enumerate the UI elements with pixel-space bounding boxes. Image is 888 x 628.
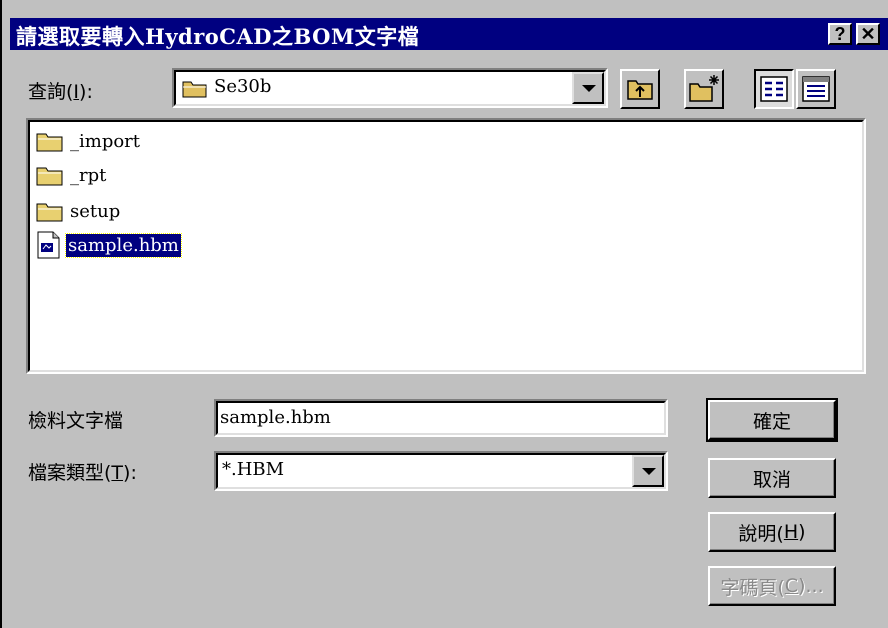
new-folder-icon <box>689 75 719 102</box>
list-view-button[interactable] <box>754 69 794 109</box>
list-item-file-sample[interactable]: sample.hbm <box>36 230 182 260</box>
lookin-dropdown[interactable]: Se30b <box>172 68 608 108</box>
list-item-folder-import[interactable]: _import <box>36 126 142 156</box>
file-list[interactable]: _import _rpt setup sample.hbm <box>26 118 866 374</box>
up-folder-button[interactable] <box>620 69 660 109</box>
list-view-icon <box>760 76 788 102</box>
details-view-button[interactable] <box>796 69 836 109</box>
filetype-label: 檔案類型(T): <box>28 462 137 484</box>
folder-icon <box>36 133 63 152</box>
filetype-dropdown[interactable]: *.HBM <box>214 451 668 491</box>
up-folder-icon <box>627 80 653 100</box>
close-caption-button[interactable]: ✕ <box>856 23 880 45</box>
cancel-button[interactable]: 取消 <box>708 458 836 498</box>
folder-icon <box>36 203 63 222</box>
filename-field[interactable]: sample.hbm <box>214 399 668 437</box>
ok-button[interactable]: 確定 <box>706 398 838 442</box>
title-bar[interactable]: 請選取要轉入HydroCAD之BOM文字檔 ? ✕ <box>10 18 888 50</box>
help-caption-button[interactable]: ? <box>828 23 852 45</box>
filetype-dropdown-arrow[interactable] <box>632 455 664 487</box>
lookin-dropdown-arrow[interactable] <box>572 72 604 104</box>
filename-value: sample.hbm <box>220 407 331 428</box>
folder-icon <box>36 167 63 186</box>
details-view-icon <box>802 76 830 102</box>
help-button[interactable]: 說明(H) <box>708 512 836 552</box>
document-icon <box>37 231 60 259</box>
list-item-label: setup <box>70 200 121 222</box>
dialog-title: 請選取要轉入HydroCAD之BOM文字檔 <box>16 24 420 49</box>
list-item-label: sample.hbm <box>65 232 182 258</box>
lookin-value: Se30b <box>214 76 272 97</box>
folder-icon <box>182 81 207 98</box>
filetype-value: *.HBM <box>222 459 285 480</box>
list-item-label: _import <box>70 130 141 152</box>
new-folder-button[interactable] <box>684 69 724 109</box>
open-file-dialog: 請選取要轉入HydroCAD之BOM文字檔 ? ✕ 查詢(I): Se30b _… <box>0 0 888 628</box>
codepage-button: 字碼頁(C)... <box>708 566 836 606</box>
list-item-folder-setup[interactable]: setup <box>36 196 122 226</box>
list-item-folder-rpt[interactable]: _rpt <box>36 160 108 190</box>
filename-label: 檢料文字檔 <box>28 410 124 432</box>
list-item-label: _rpt <box>70 164 107 186</box>
lookin-label: 查詢(I): <box>28 81 93 103</box>
